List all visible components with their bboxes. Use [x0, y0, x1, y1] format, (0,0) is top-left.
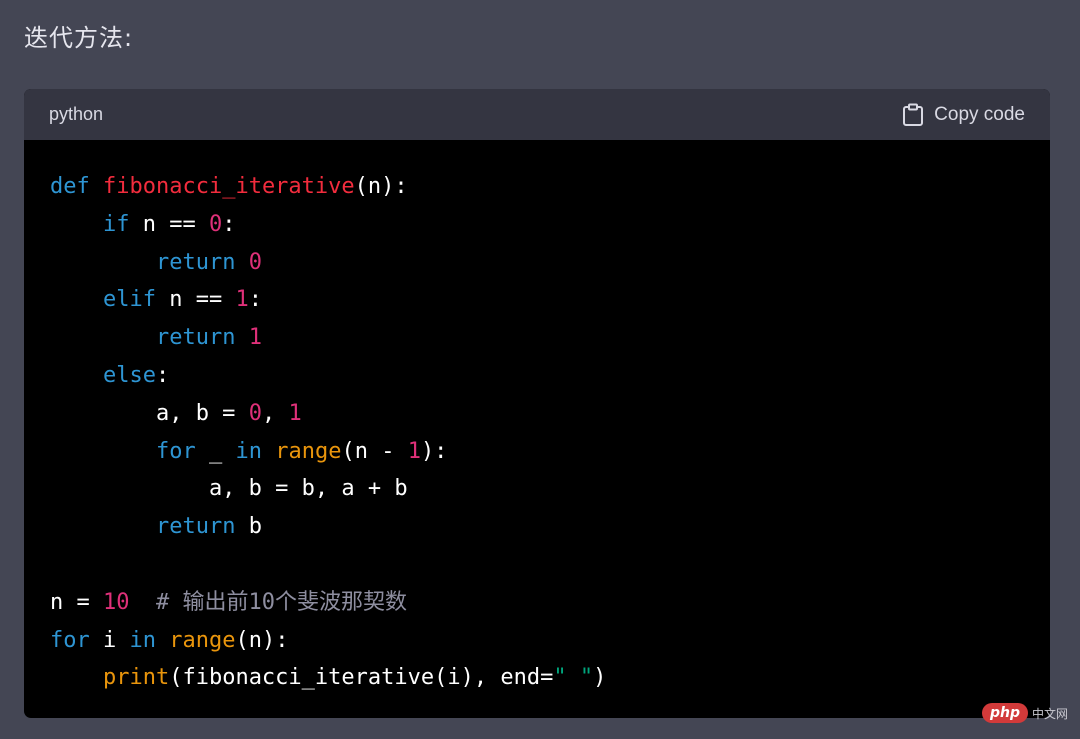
code-token: in [129, 627, 157, 653]
code-token: : [222, 211, 236, 237]
code-line: return 0 [50, 244, 1050, 282]
code-token: 1 [288, 400, 302, 426]
code-line: for _ in range(n - 1): [50, 433, 1050, 471]
watermark-text: 中文网 [1031, 706, 1068, 721]
code-token: i [89, 627, 130, 653]
code-token: ): [420, 438, 448, 464]
code-line: else: [50, 357, 1050, 395]
code-token: if [102, 211, 130, 237]
section-heading: 迭代方法: [24, 24, 134, 52]
code-line: n = 10 # 输出前10个斐波那契数 [50, 584, 1050, 622]
code-line: for i in range(n): [50, 622, 1050, 660]
code-token: in [235, 438, 262, 464]
code-line: def fibonacci_iterative(n): [50, 168, 1050, 206]
code-token: ) [593, 665, 607, 691]
code-token: 10 [102, 589, 130, 615]
code-block-header: python Copy code [24, 89, 1050, 140]
code-token: n == [129, 211, 209, 237]
code-token: print [102, 665, 170, 691]
code-line: if n == 0: [50, 206, 1050, 244]
code-language-label: python [49, 104, 104, 124]
code-token: 1 [407, 438, 421, 464]
code-token: 0 [208, 211, 223, 237]
code-content[interactable]: def fibonacci_iterative(n): if n == 0: r… [24, 140, 1050, 697]
code-line: a, b = b, a + b [50, 470, 1050, 508]
code-token: a, b = [50, 400, 249, 426]
copy-code-label: Copy code [934, 103, 1025, 125]
code-line: a, b = 0, 1 [50, 395, 1050, 433]
code-token: for [155, 438, 196, 464]
code-token: 0 [248, 400, 262, 426]
code-token: , [261, 400, 289, 426]
code-token: for [50, 627, 90, 653]
code-token: return [155, 514, 236, 540]
code-token: (fibonacci_iterative(i), end= [169, 665, 554, 691]
watermark: php 中文网 [981, 703, 1068, 723]
code-line: return b [50, 508, 1050, 546]
code-token: : [155, 362, 170, 388]
code-token: else [102, 362, 156, 388]
code-token: 1 [235, 287, 249, 313]
code-token: # 输出前10个斐波那契数 [155, 589, 407, 615]
copy-code-button[interactable]: Copy code [902, 103, 1025, 127]
code-token: _ [195, 438, 236, 464]
code-line: return 1 [50, 319, 1050, 357]
code-token: a, b = b, a + b [50, 476, 408, 502]
code-token: (n): [354, 174, 408, 199]
code-token: elif [102, 287, 156, 313]
code-token: return [155, 325, 236, 351]
code-token: n == [155, 287, 236, 313]
code-line: elif n == 1: [50, 281, 1050, 319]
code-block: python Copy code def fibonacci_iterative… [24, 89, 1050, 718]
code-token: n = [50, 589, 103, 615]
code-line: print(fibonacci_iterative(i), end=" ") [50, 659, 1050, 697]
code-token: b [235, 514, 262, 540]
code-token: " " [553, 665, 594, 691]
code-token: fibonacci_iterative [103, 174, 355, 199]
code-token: def [50, 174, 90, 199]
code-token: 0 [248, 249, 262, 275]
code-token: range [169, 627, 236, 653]
watermark-logo: php [981, 703, 1028, 723]
code-token: return [155, 249, 236, 275]
code-token: (n - [341, 438, 408, 464]
code-token: : [248, 287, 262, 313]
code-token: range [275, 438, 342, 464]
code-token: (n): [235, 627, 289, 653]
code-token: 1 [248, 325, 262, 351]
clipboard-icon [902, 103, 924, 127]
